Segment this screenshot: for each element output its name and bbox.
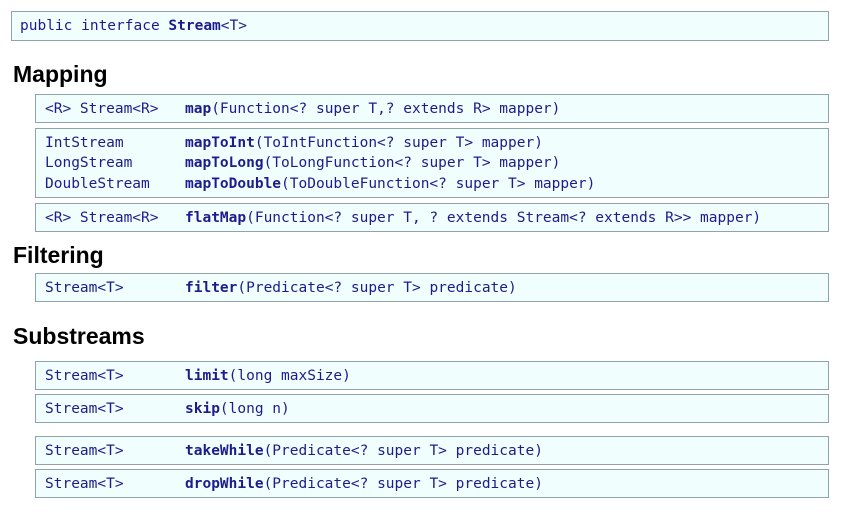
method-box-flatMap: <R> Stream<R> flatMap(Function<? super T… [35,203,829,232]
method-signature: skip(long n) [185,399,290,419]
section-heading-mapping: Mapping [13,61,108,87]
method-box-takeWhile: Stream<T> takeWhile(Predicate<? super T>… [35,436,829,465]
return-type: DoubleStream [45,176,150,192]
declaration-prefix: public interface [20,18,169,34]
method-params: (long maxSize) [228,368,351,384]
method-signature: dropWhile(Predicate<? super T> predicate… [185,474,543,494]
return-type: IntStream [45,135,124,151]
method-params: (long n) [219,401,290,417]
interface-declaration: public interface Stream<T> [11,11,829,41]
method-box-map: <R> Stream<R> map(Function<? super T,? e… [35,94,829,123]
declaration-type-param: <T> [220,18,247,34]
return-type: Stream<T> [45,368,124,384]
method-signature: flatMap(Function<? super T, ? extends St… [185,208,761,228]
interface-name: Stream [168,18,221,34]
interface-declaration-text: public interface Stream<T> [20,16,247,36]
method-params: (Predicate<? super T> predicate) [263,443,543,459]
method-params: (Predicate<? super T> predicate) [237,280,517,296]
method-name-skip[interactable]: skip [185,401,220,417]
method-name-flatMap[interactable]: flatMap [185,210,246,226]
method-signature: filter(Predicate<? super T> predicate) [185,278,517,298]
section-heading-filtering: Filtering [13,242,104,268]
method-params: (ToDoubleFunction<? super T> mapper) [281,176,596,192]
method-name-takeWhile[interactable]: takeWhile [185,443,264,459]
method-box-filter: Stream<T> filter(Predicate<? super T> pr… [35,273,829,302]
return-type: Stream<T> [45,401,124,417]
method-params: (ToIntFunction<? super T> mapper) [254,135,543,151]
method-params: (Function<? super T, ? extends Stream<? … [246,210,762,226]
method-name-filter[interactable]: filter [185,280,237,296]
return-type: Stream<T> [45,476,124,492]
return-type: <R> Stream<R> [45,101,159,117]
method-name-mapToInt[interactable]: mapToInt [185,135,255,151]
return-type: Stream<T> [45,443,124,459]
method-params: (Predicate<? super T> predicate) [263,476,543,492]
method-signature: mapToDouble(ToDoubleFunction<? super T> … [185,174,595,194]
method-signature: takeWhile(Predicate<? super T> predicate… [185,441,543,461]
method-signature: limit(long maxSize) [185,366,351,386]
method-name-map[interactable]: map [185,101,211,117]
return-type: <R> Stream<R> [45,210,159,226]
method-signature: mapToInt(ToIntFunction<? super T> mapper… [185,133,543,153]
method-name-mapToLong[interactable]: mapToLong [185,155,264,171]
method-signature: mapToLong(ToLongFunction<? super T> mapp… [185,153,560,173]
method-box-primitive-maps: IntStream mapToInt(ToIntFunction<? super… [35,128,829,198]
method-box-dropWhile: Stream<T> dropWhile(Predicate<? super T>… [35,469,829,498]
method-params: (Function<? super T,? extends R> mapper) [211,101,561,117]
method-box-skip: Stream<T> skip(long n) [35,394,829,423]
method-params: (ToLongFunction<? super T> mapper) [263,155,561,171]
method-name-mapToDouble[interactable]: mapToDouble [185,176,281,192]
method-name-limit[interactable]: limit [185,368,229,384]
method-box-limit: Stream<T> limit(long maxSize) [35,361,829,390]
return-type: LongStream [45,155,133,171]
method-signature: map(Function<? super T,? extends R> mapp… [185,99,560,119]
method-name-dropWhile[interactable]: dropWhile [185,476,264,492]
section-heading-substreams: Substreams [13,323,145,349]
return-type: Stream<T> [45,280,124,296]
